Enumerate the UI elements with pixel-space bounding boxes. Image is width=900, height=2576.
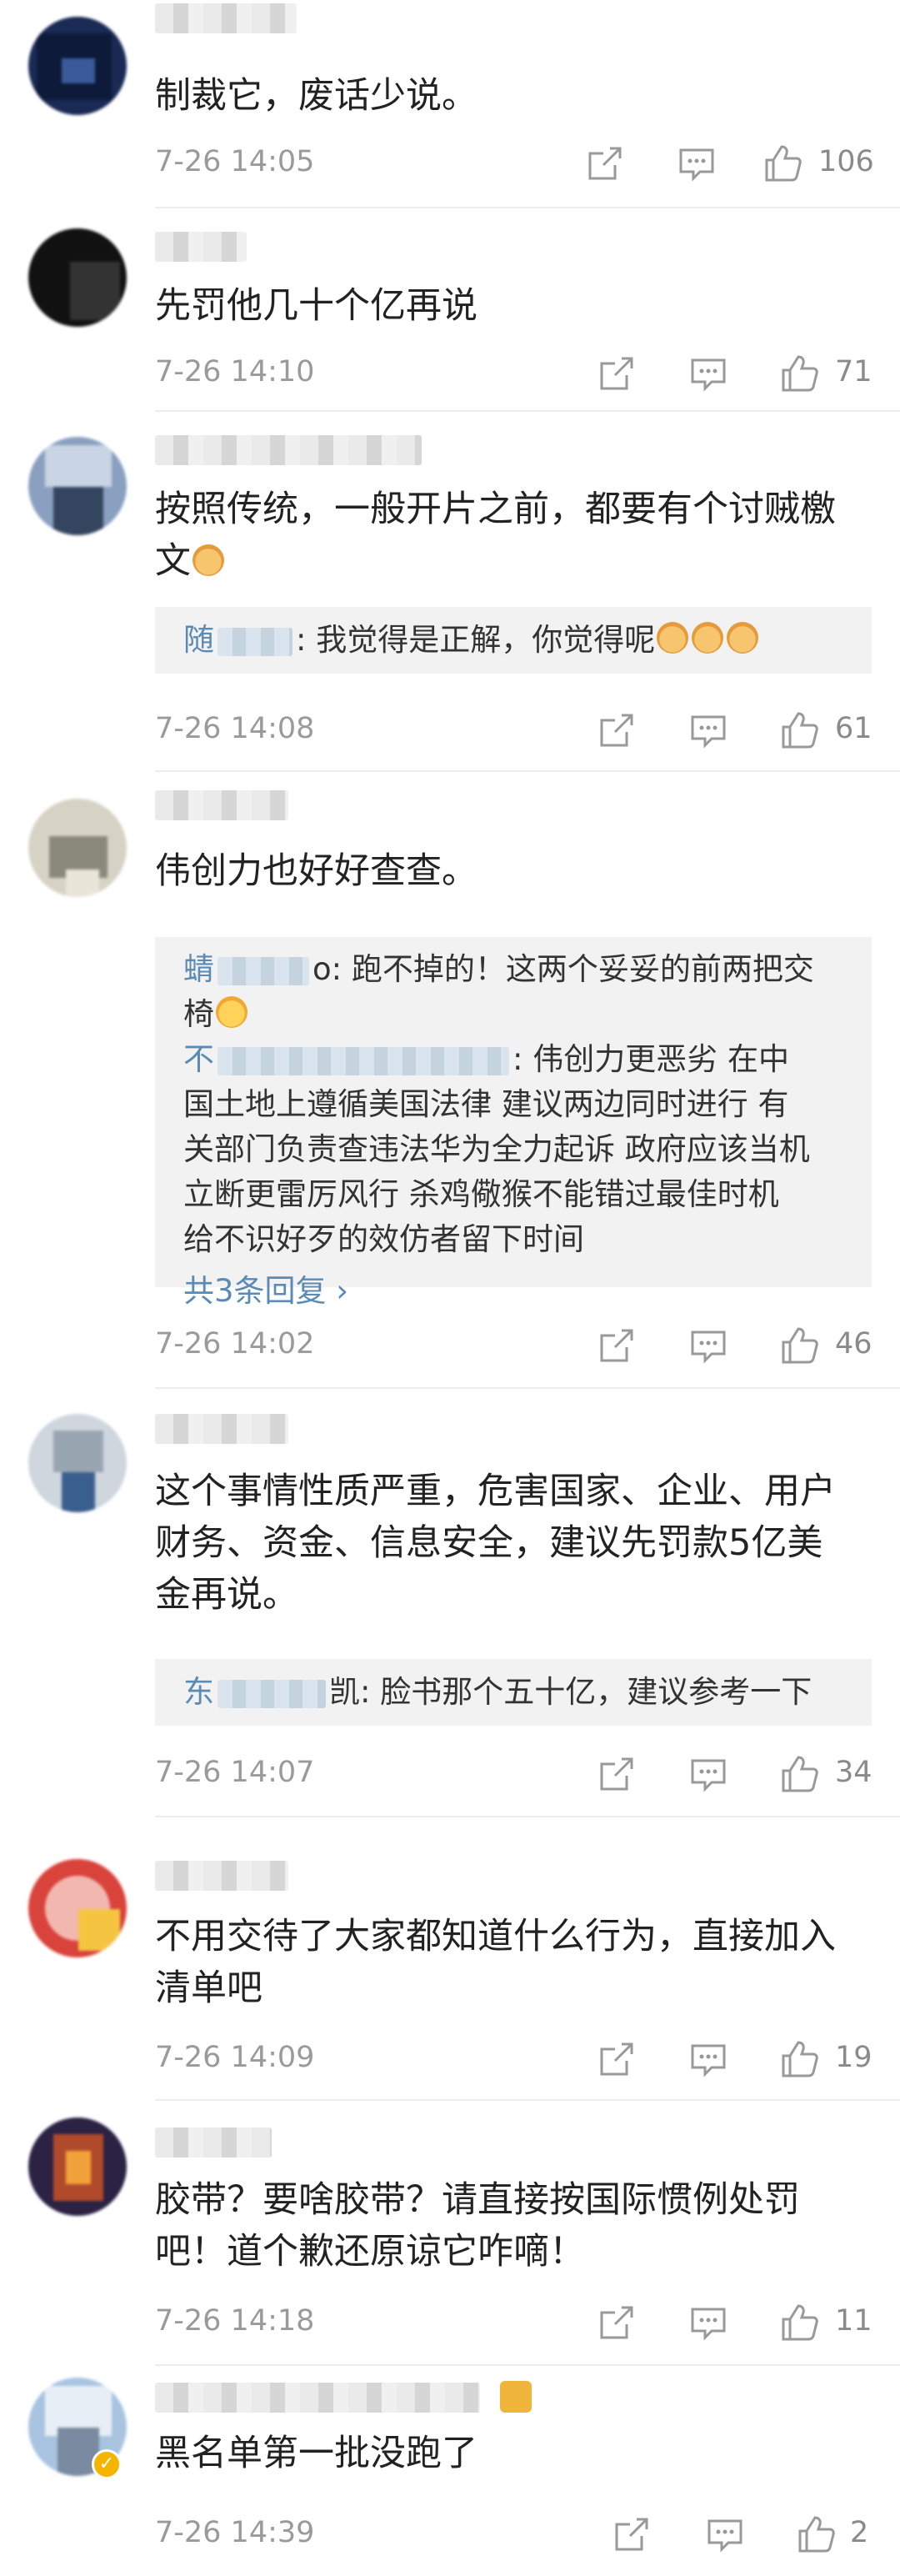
blurred-name bbox=[218, 1679, 326, 1708]
divider bbox=[155, 2364, 900, 2366]
comment-time: 7-26 14:09 bbox=[155, 2041, 315, 2074]
avatar[interactable] bbox=[28, 17, 127, 115]
like-count: 34 bbox=[835, 1756, 872, 1789]
divider bbox=[155, 207, 900, 208]
comment-icon[interactable] bbox=[688, 1326, 728, 1366]
vip-badge-icon bbox=[500, 2381, 532, 2413]
blurred-name bbox=[218, 956, 309, 985]
reply-box: 蜻 o: 跑不掉的！这两个妥妥的前两把交 椅 不: 伟创力更恶劣 在中 国土地上遵… bbox=[155, 937, 872, 1309]
comment-text: 这个事情性质严重，危害国家、企业、用户 财务、资金、信息安全，建议先罚款5亿美 … bbox=[155, 1471, 836, 1616]
dog-emoji-icon bbox=[192, 544, 224, 576]
comment-time: 7-26 14:02 bbox=[155, 1327, 315, 1361]
comment-icon[interactable] bbox=[688, 1754, 728, 1794]
laugh-cry-emoji-icon bbox=[216, 996, 248, 1028]
avatar[interactable] bbox=[28, 1414, 127, 1512]
cat-emoji-icon bbox=[657, 622, 689, 654]
comment-icon[interactable] bbox=[677, 143, 717, 183]
reply-text: : 我觉得是正解，你觉得呢 bbox=[296, 622, 656, 658]
comment-text: 先罚他几十个亿再说 bbox=[155, 285, 478, 327]
user-name[interactable] bbox=[155, 232, 247, 262]
reply-text: 凯: 脸书那个五十亿，建议参考一下 bbox=[329, 1674, 812, 1710]
reply-item[interactable]: 蜻 o: 跑不掉的！这两个妥妥的前两把交 椅 bbox=[183, 947, 843, 1037]
reply-item[interactable]: 随 : 我觉得是正解，你觉得呢 bbox=[183, 618, 843, 663]
share-icon[interactable] bbox=[597, 1754, 637, 1794]
cat-emoji-icon bbox=[727, 622, 759, 654]
like-count: 19 bbox=[835, 2041, 872, 2074]
thumbs-up-icon[interactable] bbox=[780, 353, 820, 393]
reply-box: 随 : 我觉得是正解，你觉得呢 bbox=[155, 607, 872, 674]
reply-item[interactable]: 不: 伟创力更恶劣 在中 国土地上遵循美国法律 建议两边同时进行 有 关部门负责… bbox=[183, 1037, 843, 1262]
comment-icon[interactable] bbox=[688, 2039, 728, 2079]
like-count: 71 bbox=[835, 355, 872, 388]
comment-time: 7-26 14:39 bbox=[155, 2516, 315, 2549]
reply-item[interactable]: 东 凯: 脸书那个五十亿，建议参考一下 bbox=[183, 1670, 843, 1715]
blurred-name bbox=[218, 1046, 509, 1075]
user-name[interactable] bbox=[155, 2383, 480, 2413]
avatar[interactable] bbox=[28, 228, 127, 327]
like-count: 2 bbox=[850, 2516, 869, 2549]
share-icon[interactable] bbox=[585, 143, 625, 183]
divider bbox=[155, 2099, 900, 2101]
comment-text-body: 按照传统，一般开片之前，都要有个讨贼檄 文 bbox=[155, 489, 836, 582]
comment-time: 7-26 14:08 bbox=[155, 712, 315, 745]
reply-author[interactable]: 东 bbox=[183, 1674, 214, 1710]
reply-author[interactable]: 随 bbox=[183, 622, 214, 658]
comment-text: 胶带？要啥胶带？请直接按国际惯例处罚 吧！道个歉还原谅它咋嘀！ bbox=[155, 2179, 800, 2273]
reply-author[interactable]: 不 bbox=[183, 1041, 214, 1077]
user-name[interactable] bbox=[155, 790, 288, 820]
reply-box: 东 凯: 脸书那个五十亿，建议参考一下 bbox=[155, 1659, 872, 1726]
reply-author[interactable]: 蜻 bbox=[183, 951, 214, 987]
like-count: 61 bbox=[835, 712, 872, 745]
comment-time: 7-26 14:05 bbox=[155, 145, 315, 178]
user-name[interactable] bbox=[155, 2127, 272, 2158]
like-count: 106 bbox=[818, 145, 874, 178]
user-name[interactable] bbox=[155, 3, 297, 33]
comment-text: 伟创力也好好查查。 bbox=[155, 850, 478, 892]
share-icon[interactable] bbox=[597, 353, 637, 393]
comment-icon[interactable] bbox=[688, 353, 728, 393]
thumbs-up-icon[interactable] bbox=[780, 2303, 820, 2343]
user-name[interactable] bbox=[155, 435, 422, 465]
comment-time: 7-26 14:10 bbox=[155, 355, 315, 388]
verified-badge-icon: ✓ bbox=[92, 2449, 122, 2479]
thumbs-up-icon[interactable] bbox=[780, 2039, 820, 2079]
comment-time: 7-26 14:18 bbox=[155, 2304, 315, 2338]
thumbs-up-icon[interactable] bbox=[797, 2514, 837, 2554]
comment-text: 制裁它，废话少说。 bbox=[155, 75, 478, 117]
like-count: 46 bbox=[835, 1327, 872, 1361]
thumbs-up-icon[interactable] bbox=[763, 143, 803, 183]
divider bbox=[155, 1816, 900, 1817]
avatar[interactable] bbox=[28, 799, 127, 897]
comment-text: 不用交待了大家都知道什么行为，直接加入 清单吧 bbox=[155, 1916, 836, 2009]
blurred-name bbox=[218, 627, 292, 656]
comment-icon[interactable] bbox=[705, 2514, 745, 2554]
comment-feed: 制裁它，废话少说。 7-26 14:05 106 先罚他几十个亿再说 7-26 … bbox=[0, 0, 900, 2576]
comment-icon[interactable] bbox=[688, 2303, 728, 2343]
comment-text: 按照传统，一般开片之前，都要有个讨贼檄 文 bbox=[155, 484, 872, 587]
avatar[interactable] bbox=[28, 2117, 127, 2216]
cat-emoji-icon bbox=[692, 622, 724, 654]
share-icon[interactable] bbox=[612, 2514, 652, 2554]
divider bbox=[155, 410, 900, 412]
thumbs-up-icon[interactable] bbox=[780, 1326, 820, 1366]
share-icon[interactable] bbox=[597, 2039, 637, 2079]
avatar[interactable] bbox=[28, 437, 127, 535]
thumbs-up-icon[interactable] bbox=[780, 1754, 820, 1794]
thumbs-up-icon[interactable] bbox=[780, 710, 820, 750]
share-icon[interactable] bbox=[597, 2303, 637, 2343]
share-icon[interactable] bbox=[597, 1326, 637, 1366]
avatar[interactable] bbox=[28, 1859, 127, 1957]
more-replies-link[interactable]: 共3条回复 › bbox=[183, 1269, 843, 1314]
comment-text: 黑名单第一批没跑了 bbox=[155, 2433, 478, 2474]
divider bbox=[155, 1387, 900, 1389]
comment-time: 7-26 14:07 bbox=[155, 1756, 315, 1789]
share-icon[interactable] bbox=[597, 710, 637, 750]
divider bbox=[155, 770, 900, 772]
user-name[interactable] bbox=[155, 1861, 288, 1891]
comment-icon[interactable] bbox=[688, 710, 728, 750]
user-name[interactable] bbox=[155, 1414, 288, 1444]
like-count: 11 bbox=[835, 2304, 872, 2338]
